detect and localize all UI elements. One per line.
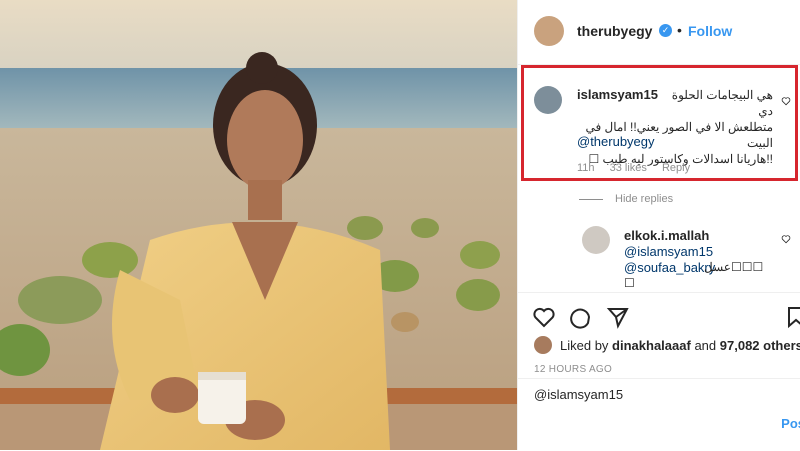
post-timestamp[interactable]: 12 HOURS AGO	[534, 364, 612, 375]
reply-comment: elkok.i.mallah @islamsyam15 @soufaa_bakr…	[518, 222, 800, 292]
likes-count[interactable]: 97,082 others	[720, 338, 800, 353]
reply-text-2: ☐	[624, 276, 635, 290]
follow-button[interactable]: Follow	[688, 23, 732, 39]
add-comment-area: @islamsyam15 Pos	[518, 378, 800, 451]
reply-mention-1[interactable]: @islamsyam15	[624, 244, 713, 259]
hide-replies-line	[579, 198, 603, 200]
hide-replies-label: Hide replies	[615, 193, 674, 205]
post-photo	[0, 0, 517, 450]
separator-dot: •	[677, 22, 682, 38]
reply-text: عسل☐☐☐	[704, 260, 764, 274]
post-comment-button[interactable]: Pos	[781, 416, 800, 431]
share-paper-plane-icon[interactable]	[606, 305, 630, 329]
hide-replies-button[interactable]: Hide replies	[579, 193, 673, 205]
post-header: therubyegy ✓ • Follow	[518, 0, 800, 65]
verified-badge-icon: ✓	[659, 24, 672, 37]
author-username[interactable]: therubyegy	[577, 23, 652, 39]
reply-mention-2[interactable]: @soufaa_bakry	[624, 260, 715, 275]
liker-avatar[interactable]	[534, 336, 552, 354]
comment-input[interactable]: @islamsyam15	[534, 387, 623, 402]
post-detail-panel: therubyegy ✓ • Follow هي البيجامات الحلو…	[517, 0, 800, 450]
save-bookmark-icon[interactable]	[784, 305, 800, 329]
likes-middle: and	[694, 338, 717, 353]
comment-bubble-icon[interactable]	[568, 305, 592, 329]
likes-prefix: Liked by	[560, 338, 609, 353]
reply-username[interactable]: elkok.i.mallah	[624, 228, 709, 243]
liker-username[interactable]: dinakhalaaaf	[612, 338, 691, 353]
likes-text: Liked by dinakhalaaaf and 97,082 others	[560, 338, 800, 353]
author-avatar[interactable]	[534, 16, 564, 46]
reply-avatar[interactable]	[582, 226, 610, 254]
like-heart-icon[interactable]	[532, 305, 556, 329]
reply-like-heart-icon[interactable]	[781, 234, 791, 244]
highlighted-comment: هي البيجامات الحلوة دي متطلعش الا في الص…	[518, 65, 800, 181]
highlight-box	[521, 65, 798, 181]
